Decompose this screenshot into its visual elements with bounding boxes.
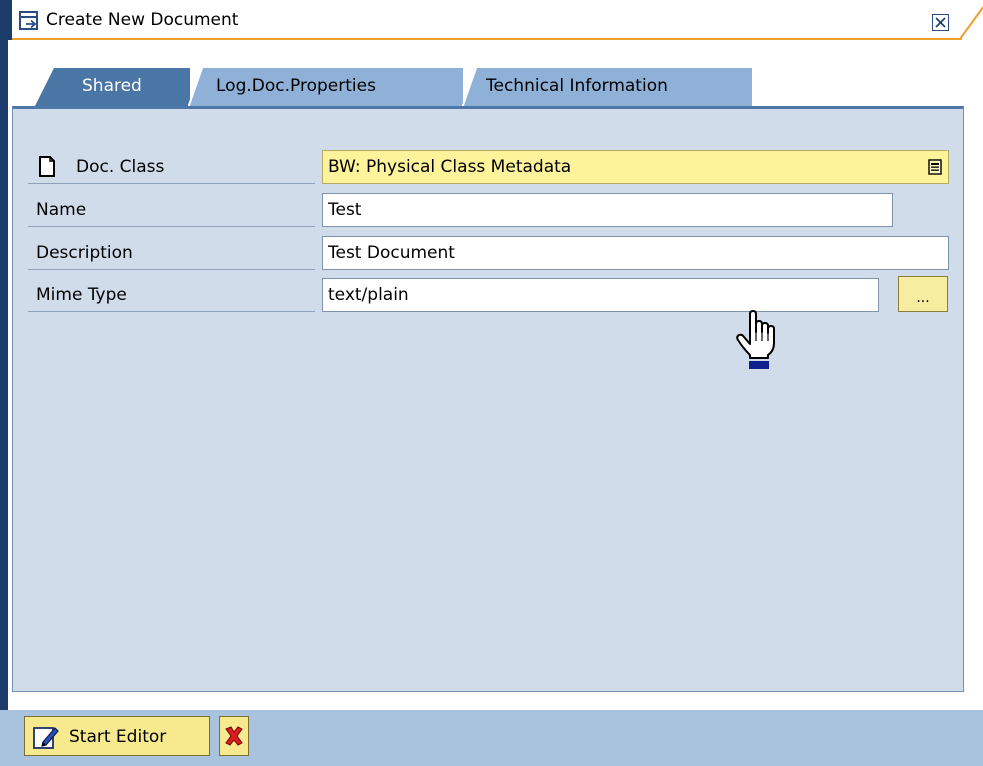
description-label: Description xyxy=(36,243,133,263)
cancel-button[interactable] xyxy=(219,716,249,756)
doc-class-label-cell: Doc. Class xyxy=(28,150,315,184)
mime-type-label: Mime Type xyxy=(36,285,127,305)
name-label-cell: Name xyxy=(28,193,315,227)
tab-technical-information-label: Technical Information xyxy=(486,76,668,96)
start-editor-button[interactable]: Start Editor xyxy=(24,716,210,756)
tab-technical-information[interactable]: Technical Information xyxy=(462,68,752,108)
hand-cursor-icon xyxy=(734,310,784,377)
doc-class-value: BW: Physical Class Metadata xyxy=(328,157,572,177)
name-label: Name xyxy=(36,200,87,220)
document-icon xyxy=(38,156,56,183)
title-accent-bar xyxy=(0,0,12,40)
tab-shared[interactable]: Shared xyxy=(34,68,190,108)
dropdown-icon[interactable] xyxy=(928,159,942,180)
mime-type-value-help-button[interactable]: ... xyxy=(898,276,948,312)
close-button[interactable] xyxy=(932,14,949,31)
close-icon xyxy=(935,17,946,28)
title-bar: Create New Document xyxy=(0,0,983,40)
mime-type-label-cell: Mime Type xyxy=(28,278,315,312)
title-slant-decoration xyxy=(958,4,983,40)
window-icon xyxy=(19,11,39,31)
mime-type-field[interactable] xyxy=(322,278,879,312)
doc-class-select[interactable]: BW: Physical Class Metadata xyxy=(322,150,949,184)
window-title: Create New Document xyxy=(46,10,239,30)
tab-log-doc-properties[interactable]: Log.Doc.Properties xyxy=(188,68,463,108)
description-field[interactable] xyxy=(322,236,949,270)
tab-log-doc-properties-label: Log.Doc.Properties xyxy=(216,76,376,96)
name-field[interactable] xyxy=(322,193,893,227)
start-editor-label: Start Editor xyxy=(69,727,167,747)
cancel-x-icon xyxy=(223,725,245,752)
doc-class-label: Doc. Class xyxy=(76,157,165,177)
bottom-toolbar: Start Editor xyxy=(0,710,983,766)
tab-shared-label: Shared xyxy=(82,76,142,96)
edit-pencil-icon xyxy=(33,724,59,755)
description-label-cell: Description xyxy=(28,236,315,270)
